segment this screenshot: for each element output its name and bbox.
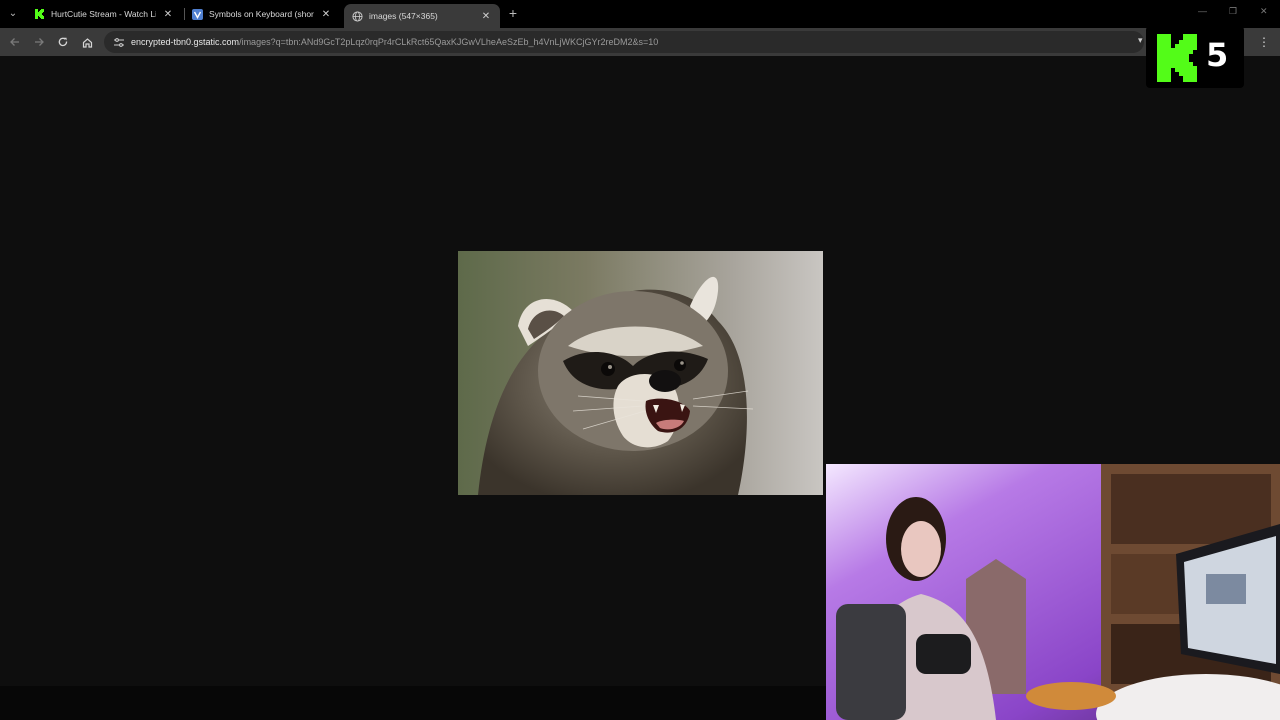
url-host: encrypted-tbn0.gstatic.com — [131, 37, 240, 47]
tab-images[interactable]: images (547×365) ✕ — [344, 4, 500, 28]
tab-close-icon[interactable]: ✕ — [162, 9, 174, 20]
url-path: /images?q=tbn:ANd9GcT2pLqz0rqPr4rCLkRct6… — [239, 37, 659, 47]
reload-icon[interactable] — [55, 34, 71, 50]
url-text: encrypted-tbn0.gstatic.com/images?q=tbn:… — [131, 37, 658, 47]
tab-close-icon[interactable]: ✕ — [480, 11, 492, 22]
forward-arrow-icon[interactable] — [31, 34, 47, 50]
minimize-icon[interactable]: — — [1198, 6, 1207, 16]
tab-title: images (547×365) — [369, 11, 438, 21]
back-arrow-icon[interactable] — [7, 34, 23, 50]
v-icon — [192, 8, 203, 20]
extension-icon[interactable]: ▾ — [1138, 35, 1143, 46]
tab-hurtcutie-stream[interactable]: HurtCutie Stream - Watch Live ✕ — [26, 4, 182, 24]
tab-search-chevron-icon[interactable]: ⌄ — [4, 5, 22, 23]
new-tab-plus-icon[interactable]: + — [505, 5, 521, 21]
kick-icon — [34, 9, 45, 20]
browser-toolbar: encrypted-tbn0.gstatic.com/images?q=tbn:… — [0, 28, 1280, 56]
tab-title: Symbols on Keyboard (shortcut — [209, 9, 314, 19]
home-icon[interactable] — [79, 34, 95, 50]
tab-symbols-on-keyboard[interactable]: Symbols on Keyboard (shortcut ✕ — [184, 4, 340, 24]
site-info-tune-icon[interactable] — [110, 37, 128, 47]
stream-badge-overlay: 5 — [1146, 26, 1244, 88]
tab-strip: ⌄ HurtCutie Stream - Watch Live ✕ Symbol… — [0, 0, 1280, 28]
kebab-menu-icon[interactable]: ⋮ — [1256, 34, 1272, 50]
address-bar[interactable]: encrypted-tbn0.gstatic.com/images?q=tbn:… — [104, 31, 1144, 53]
globe-icon — [352, 10, 363, 22]
tab-close-icon[interactable]: ✕ — [320, 9, 332, 20]
maximize-icon[interactable]: ❐ — [1229, 6, 1237, 17]
raccoon-image — [458, 251, 823, 495]
window-close-icon[interactable]: ✕ — [1260, 6, 1268, 17]
webcam-feed — [826, 464, 1280, 720]
kick-logo-icon — [1157, 34, 1197, 82]
badge-number: 5 — [1206, 36, 1229, 74]
tab-title: HurtCutie Stream - Watch Live — [51, 9, 156, 19]
